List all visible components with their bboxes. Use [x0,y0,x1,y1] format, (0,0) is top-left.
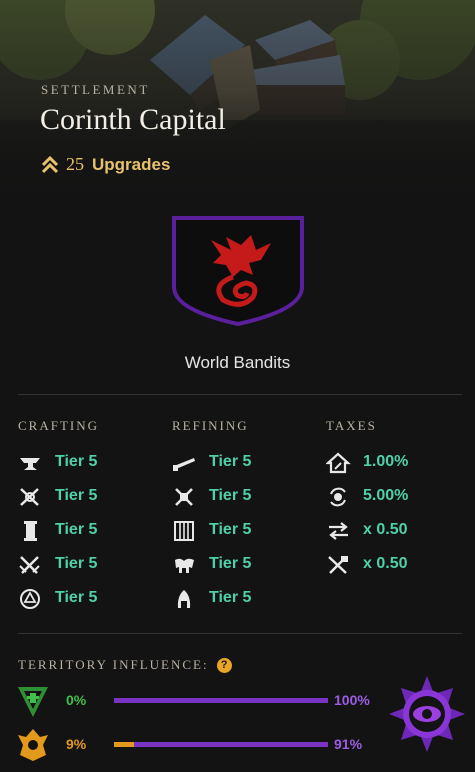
covenant-icon [18,687,48,717]
influence-row-covenant: 0% 100% [14,681,384,721]
crafting-row-2[interactable]: Tier 5 [18,485,97,509]
refining-tier-value: Tier 5 [209,521,252,538]
crossed-tools-icon [20,488,39,506]
influence-bar [114,742,328,747]
refining-tier-value: Tier 5 [209,589,252,606]
tax-value: x 0.50 [363,521,408,538]
coin-cycle-icon [330,487,346,507]
upgrade-chevrons-icon [42,155,58,173]
taxes-heading: TAXES [326,418,377,433]
territory-influence-heading: TERRITORY INFLUENCE: ? [18,657,232,673]
territory-influence-label: TERRITORY INFLUENCE: [18,657,209,672]
anvil-icon [20,458,40,470]
tax-row-4[interactable]: x 0.50 [326,553,407,577]
upgrades-count: 25 [66,154,84,174]
tax-row-1[interactable]: 1.00% [326,451,408,475]
tax-value: 5.00% [363,487,409,504]
influence-start-pct: 0% [66,692,87,708]
influence-end-pct: 91% [334,736,363,752]
influence-bar-fill [114,742,134,747]
tanning-icon [175,558,194,573]
smelter-hammer-icon [175,488,193,506]
influence-start-pct: 9% [66,736,87,752]
question-mark-icon[interactable]: ? [216,657,232,673]
saw-icon [173,458,195,471]
settlement-label: SETTLEMENT [41,82,150,97]
tax-value: x 0.50 [363,555,408,572]
refining-heading: REFINING [172,418,249,433]
loom-icon [174,521,194,541]
upgrades-label: Upgrades [92,154,171,174]
refining-tier-value: Tier 5 [209,453,252,470]
scroll-icon [24,521,37,541]
influence-row-marauders: 9% 91% [14,725,384,765]
refining-row-3[interactable]: Tier 5 [172,519,251,543]
syndicate-eye-icon [389,676,465,752]
crossed-swords-icon [19,556,40,574]
refining-tier-value: Tier 5 [209,555,252,572]
crafting-row-3[interactable]: Tier 5 [18,519,97,543]
tax-value: 1.00% [363,453,409,470]
divider [18,394,462,395]
tax-row-2[interactable]: 5.00% [326,485,408,509]
company-crest[interactable] [171,215,305,327]
settlement-title: Corinth Capital [40,103,226,136]
stonecutting-icon [177,590,191,608]
house-tax-icon [326,452,351,474]
crafting-tier-value: Tier 5 [55,589,98,606]
influence-end-pct: 100% [334,692,370,708]
refining-row-2[interactable]: Tier 5 [172,485,251,509]
owner-company-name[interactable]: World Bandits [0,353,475,373]
crafting-row-4[interactable]: Tier 5 [18,553,97,577]
trade-arrows-icon [329,522,348,540]
divider [18,633,462,634]
tax-row-3[interactable]: x 0.50 [326,519,407,543]
marauders-icon [18,729,48,761]
upgrades-indicator: 25 Upgrades [42,154,170,175]
crafting-tier-value: Tier 5 [55,555,98,572]
arcane-circle-icon [20,589,40,609]
refining-tier-value: Tier 5 [209,487,252,504]
crafting-row-5[interactable]: Tier 5 [18,587,97,611]
crafting-row-1[interactable]: Tier 5 [18,451,97,475]
crafting-tier-value: Tier 5 [55,487,98,504]
crafting-tier-value: Tier 5 [55,521,98,538]
crafting-tier-value: Tier 5 [55,453,98,470]
refining-row-1[interactable]: Tier 5 [172,451,251,475]
influence-bar [114,698,328,703]
crafting-heading: CRAFTING [18,418,100,433]
refining-row-5[interactable]: Tier 5 [172,587,251,611]
refining-row-4[interactable]: Tier 5 [172,553,251,577]
crafting-fee-icon [328,556,348,574]
